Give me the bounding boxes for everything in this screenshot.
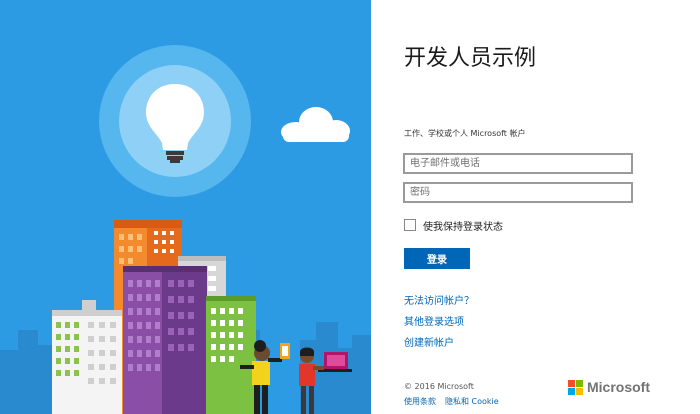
other-sign-in-options-link[interactable]: 其他登录选项: [404, 313, 464, 328]
sign-in-button[interactable]: 登录: [404, 248, 470, 269]
hero-illustration: [0, 0, 371, 414]
account-type-label: 工作、学校或个人 Microsoft 帐户: [404, 129, 526, 138]
logo-square-yellow: [576, 387, 583, 395]
logo-square-green: [576, 379, 583, 387]
logo-square-blue: [568, 387, 575, 395]
password-field[interactable]: [403, 182, 633, 203]
microsoft-logo: Microsoft: [568, 379, 650, 395]
sign-in-page: 开发人员示例 工作、学校或个人 Microsoft 帐户 使我保持登录状态 登录…: [0, 0, 700, 414]
keep-signed-in-label[interactable]: 使我保持登录状态: [423, 218, 503, 233]
page-title: 开发人员示例: [404, 46, 537, 71]
microsoft-logo-icon: [568, 379, 583, 395]
terms-of-use-link[interactable]: 使用条款: [404, 396, 436, 407]
cant-access-account-link[interactable]: 无法访问帐户？: [404, 292, 474, 307]
privacy-cookies-link[interactable]: 隐私和 Cookie: [445, 396, 499, 407]
white-building: [52, 300, 122, 414]
create-account-link[interactable]: 创建新帐户: [404, 334, 454, 349]
keep-signed-in-row[interactable]: 使我保持登录状态: [404, 218, 503, 233]
purple-building: [123, 266, 207, 414]
green-building: [206, 296, 256, 414]
lightbulb-icon: [99, 45, 251, 197]
city-lightbulb-illustration: [0, 0, 371, 414]
copyright-text: © 2016 Microsoft: [404, 382, 474, 391]
email-field[interactable]: [403, 153, 633, 174]
sign-in-panel: 开发人员示例 工作、学校或个人 Microsoft 帐户 使我保持登录状态 登录…: [371, 0, 700, 414]
logo-square-red: [568, 379, 575, 387]
microsoft-logo-text: Microsoft: [587, 379, 650, 395]
keep-signed-in-checkbox[interactable]: [404, 219, 416, 231]
